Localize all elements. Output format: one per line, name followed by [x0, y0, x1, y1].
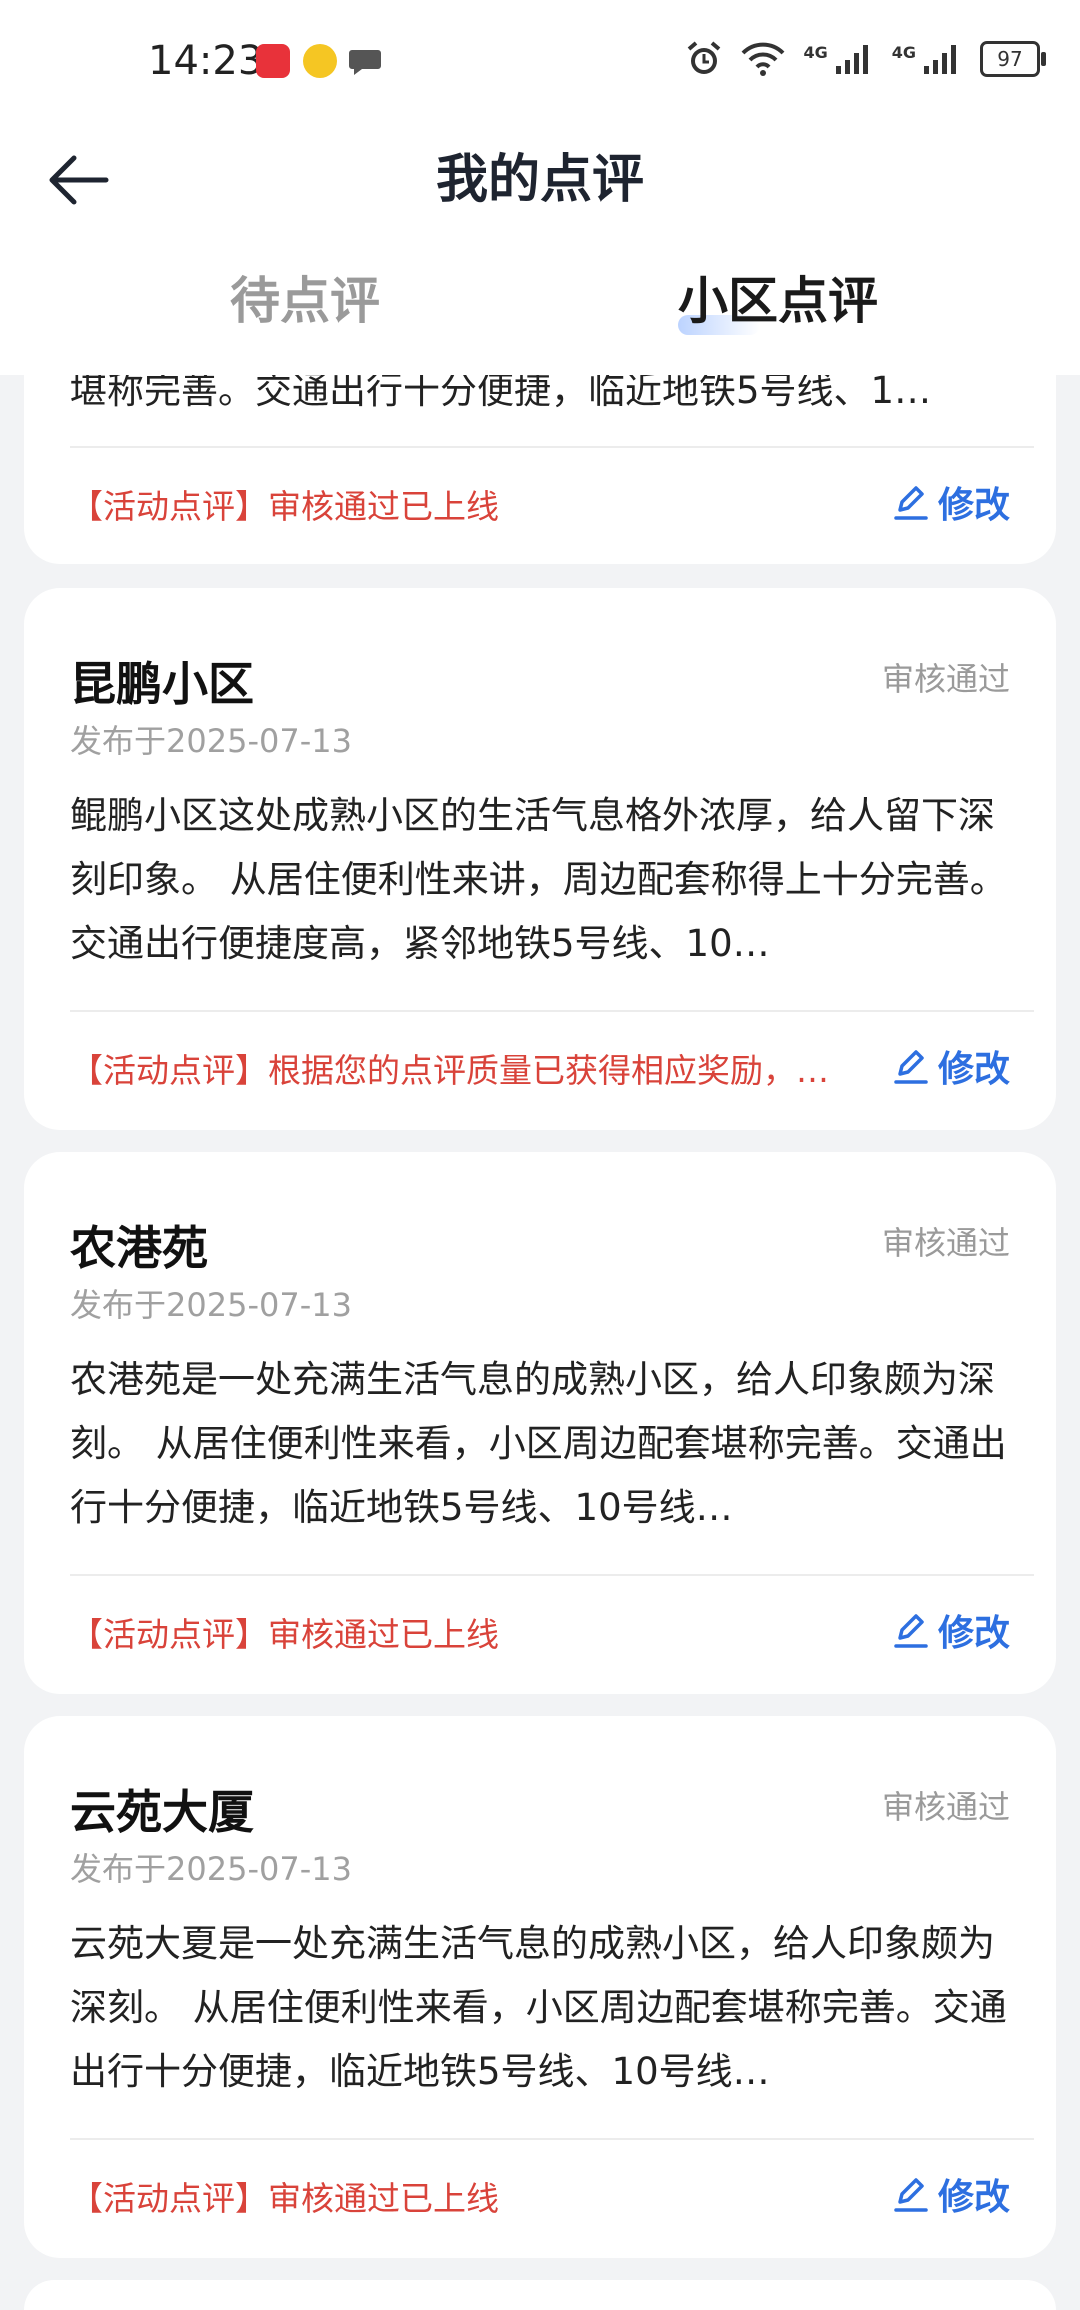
review-card[interactable]: 云苑大厦 审核通过 发布于2025-07-13 云苑大夏是一处充满生活气息的成熟…	[24, 1716, 1056, 2258]
edit-icon	[894, 2178, 928, 2212]
edit-button[interactable]: 修改	[892, 1604, 1010, 1656]
review-status: 审核通过	[881, 1788, 1010, 1826]
review-body: 云苑大夏是一处充满生活气息的成熟小区，给人印象颇为深刻。 从居住便利性来看，小区…	[70, 1922, 1007, 2093]
edit-button[interactable]: 修改	[892, 1040, 1010, 1092]
tab-pending-review[interactable]: 待点评	[230, 266, 380, 336]
tab-community-review[interactable]: 小区点评	[678, 266, 878, 336]
review-status: 审核通过	[881, 660, 1010, 698]
edit-label: 修改	[937, 1613, 1010, 1654]
review-status: 审核通过	[881, 1224, 1010, 1262]
review-card[interactable]: 农港苑 审核通过 发布于2025-07-13 农港苑是一处充满生活气息的成熟小区…	[24, 1152, 1056, 1694]
review-body: 鲲鹏小区这处成熟小区的生活气息格外浓厚，给人留下深刻印象。 从居住便利性来讲，周…	[70, 794, 1007, 965]
edit-label: 修改	[937, 2177, 1010, 2218]
edit-icon	[894, 486, 928, 520]
review-card-next	[24, 2280, 1056, 2310]
card-divider	[70, 1574, 1034, 1576]
card-activity-note: 【活动点评】根据您的点评质量已获得相应奖励，…	[70, 1051, 829, 1090]
community-name: 云苑大厦	[70, 1785, 254, 1839]
edit-icon	[894, 1050, 928, 1084]
card-activity-note: 【活动点评】审核通过已上线	[70, 487, 499, 526]
header: 我的点评 待点评 小区点评	[0, 120, 1080, 375]
page-title: 我的点评	[435, 150, 644, 210]
publish-date: 发布于2025-07-13	[70, 1286, 352, 1324]
edit-icon	[894, 1614, 928, 1648]
card-divider	[70, 446, 1034, 448]
card-divider	[70, 2138, 1034, 2140]
publish-date: 发布于2025-07-13	[70, 1850, 352, 1888]
community-name: 昆鹏小区	[70, 657, 254, 711]
card-activity-note: 【活动点评】审核通过已上线	[70, 2179, 499, 2218]
edit-label: 修改	[937, 485, 1010, 526]
edit-button[interactable]: 修改	[892, 2168, 1010, 2220]
card-activity-note: 【活动点评】审核通过已上线	[70, 1615, 499, 1654]
edit-button[interactable]: 修改	[892, 476, 1010, 528]
publish-date: 发布于2025-07-13	[70, 722, 352, 760]
card-divider	[70, 1010, 1034, 1012]
review-card[interactable]: 昆鹏小区 审核通过 发布于2025-07-13 鲲鹏小区这处成熟小区的生活气息格…	[24, 588, 1056, 1130]
community-name: 农港苑	[70, 1221, 208, 1275]
edit-label: 修改	[937, 1049, 1010, 1090]
review-body: 农港苑是一处充满生活气息的成熟小区，给人印象颇为深刻。 从居住便利性来看，小区周…	[70, 1358, 1007, 1529]
